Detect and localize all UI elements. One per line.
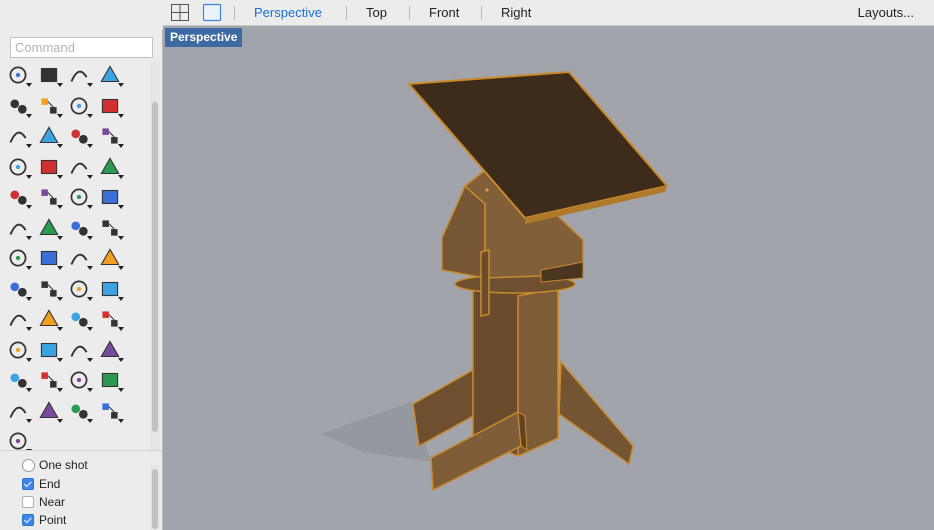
osnap-panel: One shot End Near Point: [0, 450, 162, 530]
box-icon[interactable]: [5, 123, 32, 149]
render-icon[interactable]: [66, 276, 93, 302]
display-mode-icon[interactable]: [5, 398, 32, 424]
one-shot-radio[interactable]: [22, 458, 35, 472]
command-input[interactable]: [10, 37, 153, 58]
tab-front[interactable]: Front: [429, 5, 459, 20]
trim-icon[interactable]: [66, 154, 93, 180]
rectangle-icon[interactable]: [97, 62, 124, 88]
left-panel: One shot End Near Point: [0, 0, 163, 530]
toolbar-scrollbar[interactable]: [150, 62, 160, 450]
tab-separator: [346, 6, 347, 20]
solid-union-icon[interactable]: [5, 184, 32, 210]
point-checkbox[interactable]: [22, 514, 34, 526]
array-icon[interactable]: [36, 245, 63, 271]
offset-icon[interactable]: [97, 184, 124, 210]
sweep-icon[interactable]: [97, 93, 124, 119]
single-viewport-layout-icon[interactable]: [202, 3, 222, 22]
foot-fin-back-left: [412, 368, 478, 448]
polygon-icon[interactable]: [5, 93, 32, 119]
history-icon[interactable]: [5, 428, 32, 450]
color-wheel-icon[interactable]: [97, 367, 124, 393]
plane-icon[interactable]: [66, 337, 93, 363]
curve-icon[interactable]: [36, 93, 63, 119]
osnap-one-shot[interactable]: One shot: [22, 457, 88, 473]
surface-icon[interactable]: [66, 93, 93, 119]
layouts-button[interactable]: Layouts...: [858, 5, 914, 20]
toolbar-palette: [0, 62, 150, 450]
explode-icon[interactable]: [5, 154, 32, 180]
lock-icon[interactable]: [36, 367, 63, 393]
near-label: Near: [39, 495, 66, 509]
group-icon[interactable]: [66, 215, 93, 241]
perspective-viewport[interactable]: Perspective: [163, 26, 934, 530]
scale-icon[interactable]: [36, 215, 63, 241]
analyze-icon[interactable]: [5, 276, 32, 302]
foot-fin-right: [558, 360, 634, 466]
tab-right[interactable]: Right: [501, 5, 531, 20]
tab-top[interactable]: Top: [366, 5, 387, 20]
tab-perspective[interactable]: Perspective: [254, 5, 322, 20]
dimension-icon[interactable]: [97, 276, 124, 302]
mesh-icon[interactable]: [97, 123, 124, 149]
check-icon[interactable]: [36, 276, 63, 302]
osnap-scrollbar[interactable]: [150, 465, 160, 530]
align-icon[interactable]: [97, 245, 124, 271]
material-icon[interactable]: [66, 367, 93, 393]
car-icon[interactable]: [36, 337, 63, 363]
rendered-sphere-icon[interactable]: [66, 398, 93, 424]
lectern-model[interactable]: [163, 26, 934, 530]
sphere-icon[interactable]: [36, 123, 63, 149]
end-checkbox[interactable]: [22, 478, 34, 490]
light-icon[interactable]: [5, 367, 32, 393]
arc-icon[interactable]: [66, 62, 93, 88]
osnap-point[interactable]: Point: [22, 512, 66, 528]
four-viewport-layout-icon[interactable]: [170, 3, 190, 22]
cone-icon[interactable]: [97, 398, 124, 424]
osnap-end[interactable]: End: [22, 476, 60, 492]
tab-separator: [481, 6, 482, 20]
ellipse-icon[interactable]: [36, 62, 63, 88]
zoom-icon[interactable]: [97, 306, 124, 332]
zoom-extents-icon[interactable]: [36, 306, 63, 332]
end-label: End: [39, 477, 61, 491]
mirror-icon[interactable]: [97, 215, 124, 241]
points-icon[interactable]: [36, 184, 63, 210]
tab-separator: [409, 6, 410, 20]
osnap-near[interactable]: Near: [22, 494, 65, 510]
zoom-selected-icon[interactable]: [66, 306, 93, 332]
toolbar-scroll-thumb[interactable]: [152, 102, 158, 432]
circle-icon[interactable]: [5, 62, 32, 88]
viewport-title: Perspective: [165, 28, 243, 47]
split-icon[interactable]: [97, 154, 124, 180]
pin-dot: [485, 188, 489, 192]
near-checkbox[interactable]: [22, 496, 34, 508]
block-icon[interactable]: [5, 245, 32, 271]
tab-separator: [234, 6, 235, 20]
boolean-icon[interactable]: [36, 154, 63, 180]
center-fin: [480, 249, 490, 317]
point-label: Point: [39, 513, 67, 527]
left-top-strip: [0, 0, 163, 30]
osnap-scroll-thumb[interactable]: [152, 469, 158, 529]
fillet-icon[interactable]: [66, 184, 93, 210]
cylinder-icon[interactable]: [66, 123, 93, 149]
snap-icon[interactable]: [97, 337, 124, 363]
viewport-tab-bar: Perspective Top Front Right Layouts...: [163, 0, 934, 26]
wireframe-icon[interactable]: [36, 398, 63, 424]
grid-array-icon[interactable]: [66, 245, 93, 271]
rhino-window: One shot End Near Point Perspective: [0, 0, 934, 530]
text-icon[interactable]: [5, 215, 32, 241]
rotate-view-icon[interactable]: [5, 337, 32, 363]
housing-left: [441, 184, 486, 279]
one-shot-label: One shot: [39, 458, 88, 472]
zoom-window-icon[interactable]: [5, 306, 32, 332]
